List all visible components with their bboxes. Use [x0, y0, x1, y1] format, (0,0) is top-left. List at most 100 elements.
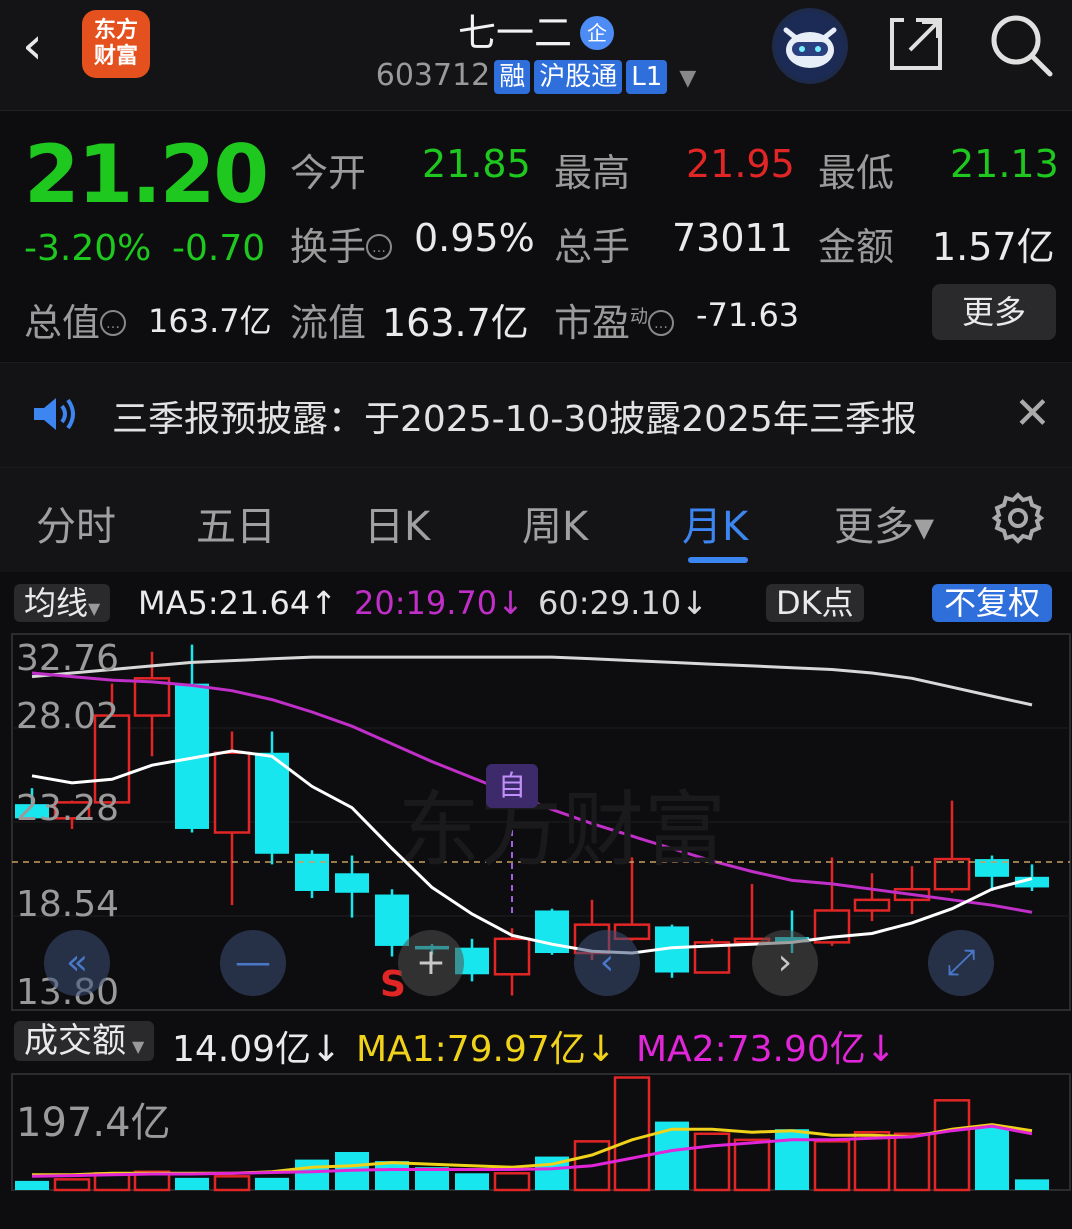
tag-level: L1 — [626, 60, 668, 94]
bottom-spacer — [0, 1192, 1072, 1229]
rewind-button[interactable]: « — [44, 930, 110, 996]
volume-indicator-selector[interactable]: 成交额 ▼ — [14, 1018, 155, 1070]
tab-five-day[interactable]: 五日 — [196, 494, 276, 552]
volume-value: 73011 — [672, 216, 793, 260]
volume-bar — [15, 1180, 49, 1190]
tag-margin: 融 — [494, 60, 531, 94]
amount-label: 金额 — [818, 225, 895, 269]
low-value: 21.13 — [950, 142, 1059, 186]
volume-label: 总手 — [554, 225, 631, 269]
turnover-value: 0.95% — [414, 216, 535, 260]
search-icon[interactable] — [988, 12, 1054, 78]
change-percent: -3.20% — [24, 228, 152, 269]
volume-bar — [375, 1161, 409, 1190]
change-amount: -0.70 — [172, 228, 266, 269]
double-left-icon: « — [65, 942, 89, 983]
tab-more[interactable]: 更多▾ — [834, 494, 934, 552]
volume-ma2: MA2:73.90亿↓ — [636, 1029, 896, 1070]
total-cap-label[interactable]: 总值… — [24, 292, 127, 347]
adjust-button[interactable]: 不复权 — [932, 580, 1053, 626]
notice-text[interactable]: 三季报预披露：于2025-10-30披露2025年三季报 — [112, 390, 917, 442]
active-tab-indicator — [688, 557, 748, 563]
tab-weekly[interactable]: 周K — [522, 494, 588, 552]
ma-indicator-label: 均线▼ — [14, 584, 111, 622]
tab-daily[interactable]: 日K — [364, 494, 430, 552]
robot-assistant-icon[interactable] — [772, 8, 848, 84]
candle-body — [255, 752, 289, 854]
minus-icon: — — [235, 942, 271, 983]
candle-body — [295, 853, 329, 891]
volume-bar — [1015, 1179, 1049, 1190]
tab-intraday[interactable]: 分时 — [36, 494, 116, 552]
volume-bar — [175, 1177, 209, 1190]
candle-body — [933, 857, 971, 891]
dk-point-button[interactable]: DK点 — [766, 580, 864, 626]
zoom-in-button[interactable]: + — [398, 930, 464, 996]
volume-bar — [613, 1076, 651, 1192]
watermark: 东方财富 — [398, 783, 726, 878]
candle-body — [853, 898, 891, 912]
high-label: 最高 — [554, 151, 631, 195]
candle-body — [213, 751, 251, 834]
pe-value: -71.63 — [696, 296, 800, 334]
speaker-icon — [32, 394, 80, 438]
more-quote-button[interactable]: 更多 — [932, 284, 1056, 340]
volume-bar — [693, 1132, 731, 1192]
info-icon[interactable]: … — [366, 234, 393, 260]
turnover-label[interactable]: 换手… — [290, 216, 393, 271]
close-icon[interactable]: ✕ — [1014, 388, 1051, 439]
dropdown-icon: ▼ — [132, 1037, 145, 1056]
kline-chart[interactable]: 东方财富 — [0, 632, 1072, 1012]
total-cap-value: 163.7亿 — [148, 302, 272, 340]
float-cap-label: 流值 — [290, 301, 367, 345]
chevron-down-icon[interactable]: ▼ — [679, 66, 696, 91]
volume-bar — [733, 1138, 771, 1192]
next-button[interactable]: › — [752, 930, 818, 996]
ma60-value: 60:29.10↓ — [538, 584, 708, 622]
dropdown-icon: ▼ — [88, 599, 101, 618]
info-icon[interactable]: … — [100, 310, 127, 336]
tag-connect: 沪股通 — [534, 60, 623, 94]
volume-bar — [493, 1172, 531, 1192]
open-label: 今开 — [290, 151, 367, 195]
y-tick-4: 18.54 — [16, 884, 120, 925]
volume-bar — [933, 1099, 971, 1192]
volume-bar — [893, 1132, 931, 1192]
adjust-label: 不复权 — [932, 584, 1053, 622]
ma20-value: 20:19.70↓ — [354, 584, 524, 622]
fullscreen-button[interactable]: ⤢ — [928, 930, 994, 996]
volume-y-top: 197.4亿 — [16, 1100, 171, 1146]
info-icon[interactable]: … — [648, 310, 675, 336]
candle-body — [335, 873, 369, 893]
total-cap-label-text: 总值 — [24, 301, 101, 345]
volume-bar — [455, 1173, 489, 1190]
y-tick-1: 32.76 — [16, 638, 120, 679]
volume-value-label: 14.09亿↓ — [172, 1029, 342, 1070]
low-label: 最低 — [818, 151, 895, 195]
gear-icon[interactable] — [991, 492, 1045, 548]
ma-indicator-text: 均线 — [24, 584, 89, 622]
open-value: 21.85 — [422, 142, 531, 186]
stock-name: 七一二 — [457, 11, 572, 55]
volume-bar — [813, 1140, 851, 1192]
enterprise-badge: 企 — [580, 16, 614, 50]
zoom-out-button[interactable]: — — [220, 930, 286, 996]
volume-indicator-text: 成交额 — [24, 1021, 126, 1061]
last-price: 21.20 — [24, 128, 269, 221]
turnover-label-text: 换手 — [290, 225, 367, 269]
volume-bar — [853, 1130, 891, 1192]
share-icon[interactable] — [886, 14, 946, 74]
expand-icon: ⤢ — [946, 942, 976, 983]
volume-indicator-label: 成交额 ▼ — [14, 1021, 155, 1061]
ma5-value: MA5:21.64↑ — [138, 584, 338, 622]
prev-button[interactable]: ‹ — [574, 930, 640, 996]
dk-point-label: DK点 — [766, 584, 864, 622]
volume-bar — [53, 1178, 91, 1192]
tab-monthly[interactable]: 月K — [682, 494, 748, 552]
self-select-marker[interactable]: 自 — [486, 764, 538, 808]
pe-label[interactable]: 市盈动… — [554, 292, 675, 347]
ma-indicator-selector[interactable]: 均线▼ — [14, 580, 111, 632]
high-value: 21.95 — [686, 142, 795, 186]
amount-value: 1.57亿 — [932, 225, 1055, 269]
pe-superscript: 动 — [630, 306, 649, 328]
